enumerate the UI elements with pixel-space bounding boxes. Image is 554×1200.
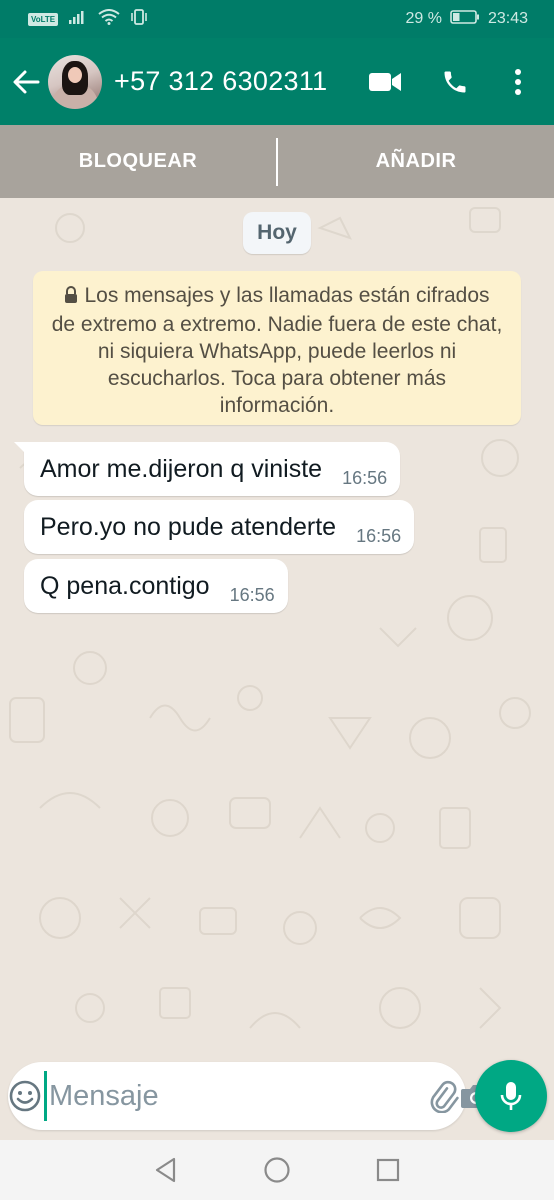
circle-home-icon (264, 1157, 290, 1183)
encryption-notice[interactable]: Los mensajes y las llamadas están cifrad… (33, 271, 521, 425)
nav-back-button[interactable] (141, 1145, 191, 1195)
nav-home-button[interactable] (252, 1145, 302, 1195)
phone-icon (444, 71, 466, 92)
clock: 23:43 (487, 10, 528, 27)
battery-icon (450, 9, 480, 30)
voice-message-button[interactable] (475, 1060, 547, 1132)
lock-icon (64, 284, 78, 311)
vibrate-icon (130, 8, 148, 30)
message-bubble[interactable]: Amor me.dijeron q viniste 16:56 (13, 442, 401, 496)
whatsapp-chat-screen: VoLTE 29 % 23:43 +57 312 6302311 BLOQUEA… (0, 0, 554, 1200)
video-call-icon (369, 72, 401, 91)
video-call-button[interactable] (350, 52, 420, 112)
chat-area[interactable]: Hoy Los mensajes y las llamadas están ci… (0, 198, 554, 1058)
square-recents-icon (377, 1158, 400, 1182)
unknown-contact-actions: BLOQUEAR AÑADIR (0, 125, 554, 198)
message-bubble[interactable]: Q pena.contigo 16:56 (24, 559, 288, 613)
message-input-pill (8, 1062, 491, 1130)
message-text: Amor me.dijeron q viniste (40, 454, 323, 483)
paperclip-icon (430, 1080, 459, 1113)
signal-icon (68, 9, 88, 30)
message-text: Q pena.contigo (40, 571, 210, 600)
status-left: VoLTE (28, 8, 148, 30)
contact-name[interactable]: +57 312 6302311 (114, 66, 327, 97)
message-text: Pero.yo no pude atenderte (40, 512, 337, 541)
encryption-notice-text: Los mensajes y las llamadas están cifrad… (51, 284, 503, 417)
message-bubble[interactable]: Pero.yo no pude atenderte 16:56 (24, 500, 415, 554)
more-options-button[interactable] (490, 52, 546, 112)
volte-badge: VoLTE (28, 12, 59, 26)
microphone-icon (500, 1082, 522, 1110)
status-right: 29 % 23:43 (405, 9, 528, 30)
nav-recents-button[interactable] (363, 1145, 413, 1195)
avatar[interactable] (48, 54, 102, 109)
composer (0, 1058, 554, 1140)
date-chip: Hoy (243, 212, 311, 254)
status-bar: VoLTE 29 % 23:43 (0, 0, 554, 38)
back-arrow-icon (13, 70, 40, 93)
header-actions (350, 52, 554, 112)
attach-button[interactable] (426, 1062, 460, 1130)
message-input[interactable] (44, 1071, 426, 1121)
battery-percent: 29 % (405, 10, 442, 27)
message-time: 16:56 (356, 526, 402, 546)
system-nav-bar (0, 1140, 554, 1200)
triangle-back-icon (155, 1157, 175, 1183)
more-vert-icon (515, 68, 521, 95)
block-button[interactable]: BLOQUEAR (0, 150, 276, 173)
add-contact-button[interactable]: AÑADIR (278, 150, 554, 173)
emoji-button[interactable] (8, 1062, 42, 1130)
emoji-icon (9, 1080, 41, 1112)
wifi-icon (98, 8, 120, 30)
message-time: 16:56 (229, 585, 275, 605)
back-button[interactable] (4, 52, 48, 112)
chat-header: +57 312 6302311 (0, 38, 554, 125)
message-time: 16:56 (342, 468, 388, 488)
voice-call-button[interactable] (420, 52, 490, 112)
